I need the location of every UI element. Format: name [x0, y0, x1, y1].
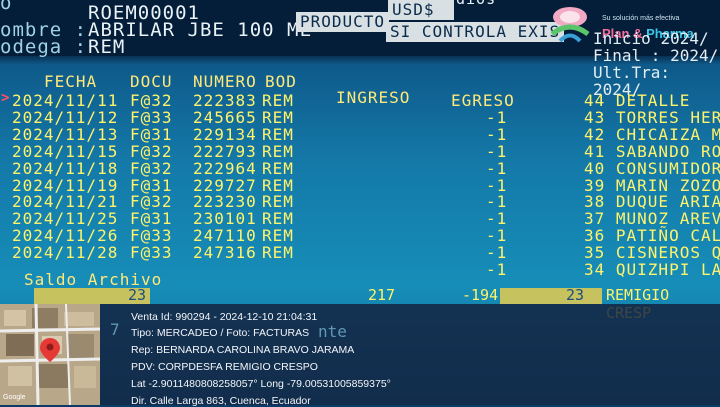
producto-box: PRODUCTO [296, 12, 390, 32]
totals-row: 23 217 -194 23 REMIGIO CRESP [0, 286, 720, 322]
pdv-line: PDV: CORPDESFA REMIGIO CRESPO [131, 361, 318, 373]
cell-detalle: 34 QUIZHPI LAZO [584, 260, 720, 279]
faint-text-left: 7 [110, 320, 120, 339]
map-thumbnail [0, 304, 100, 405]
coordinates-line: Lat -2.9011480808258057° Long -79.005310… [131, 378, 391, 390]
address-line: Dir. Calle Larga 863, Cuenca, Ecuador [131, 395, 311, 407]
table-row[interactable]: 2024/11/25F@31230101REM-137 MUNOZ AREVAL… [0, 209, 720, 228]
col-bod: BOD [265, 72, 297, 91]
col-docu: DOCU [130, 72, 173, 91]
logo-tagline: Su solución más efectiva [602, 15, 680, 22]
table-row[interactable]: 2024/11/13F@31229134REM-142 CHICAIZA MEJ [0, 125, 720, 144]
logo-mark-icon [550, 7, 590, 43]
controla-exis-box: SI CONTROLA EXIS [386, 22, 565, 42]
venta-id-line: Venta Id: 990294 - 2024-12-10 21:04:31 [131, 311, 318, 323]
col-numero: NUMERO [193, 72, 257, 91]
bodega-label: odega : [0, 36, 88, 58]
table-row[interactable]: 2024/11/28F@33247316REM-135 CISNEROS QUI… [0, 243, 720, 262]
cell-egreso: -1 [486, 260, 508, 279]
balance-value: 23 [566, 286, 585, 304]
table-row[interactable]: 2024/11/26F@33247110REM-136 PATIÑO CALLE [0, 226, 720, 245]
table-row[interactable]: 2024/11/21F@32223230REM-138 DUQUE ARIAS … [0, 192, 720, 211]
date-info-panel: Inicio 2024/ Final : 2024/ Ult.Tra: 2024… [593, 30, 720, 98]
table-row[interactable]: 2024/11/18F@32222964REM-140 CONSUMIDOR F [0, 159, 720, 178]
final-value: 2024/ [670, 46, 719, 65]
bodega-value: REM [88, 36, 126, 58]
col-fecha: FECHA [44, 72, 98, 91]
rep-line: Rep: BERNARDA CAROLINA BRAVO JARAMA [131, 344, 355, 356]
table-row[interactable]: 2024/11/12F@33245665REM-143 TORRES HERRE [0, 108, 720, 127]
map-credit: Google [3, 394, 26, 401]
table-row[interactable]: 2024/11/15F@32222793REM-141 SABANDO RODR [0, 142, 720, 161]
currency-box: USD$ [388, 0, 454, 20]
location-map[interactable] [0, 304, 100, 405]
total-ingreso: 217 [368, 286, 396, 304]
faint-text-right: nte [318, 322, 347, 341]
total-egreso: -194 [462, 286, 499, 304]
tipo-line: Tipo: MERCADEO / Foto: FACTURAS [131, 327, 310, 339]
top-label-clipped: o [0, 0, 13, 14]
table-row[interactable]: 2024/11/11 F@32 222383 REM 44 DETALLE [0, 91, 720, 110]
saldo-value: 23 [128, 286, 147, 304]
table-row[interactable]: 2024/11/19F@31229727REM-139 MARIN ZOZORA [0, 176, 720, 195]
top-clipped-text: dios [456, 0, 496, 8]
